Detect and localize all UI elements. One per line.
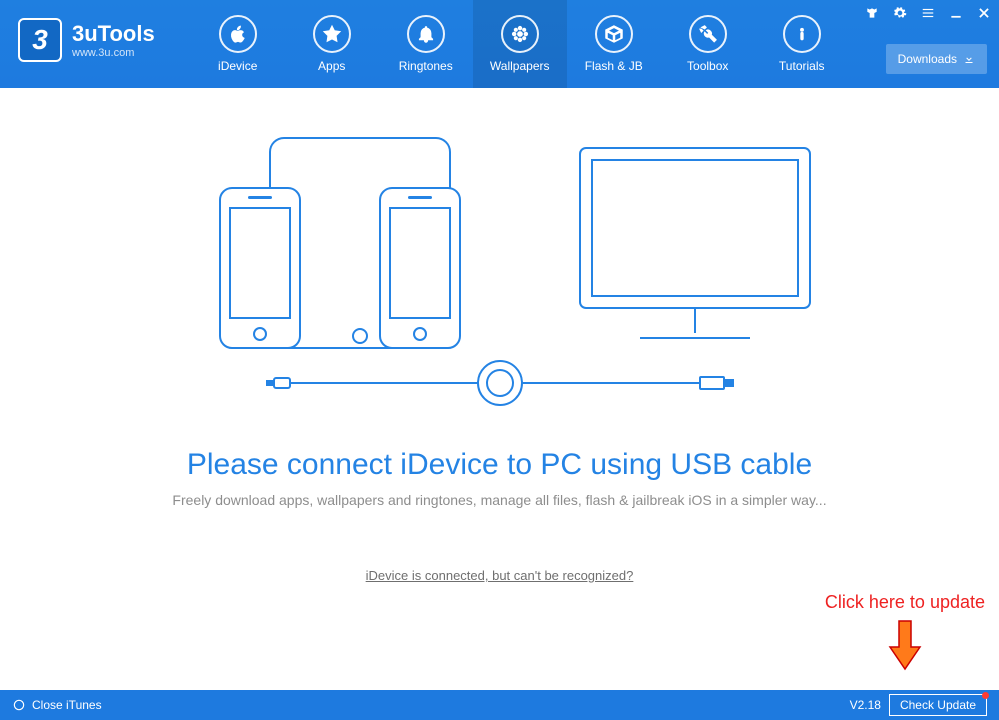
info-icon	[783, 15, 821, 53]
nav-flash-jb[interactable]: Flash & JB	[567, 0, 661, 88]
app-title: 3uTools	[72, 21, 155, 47]
bell-icon	[407, 15, 445, 53]
menu-icon[interactable]	[919, 4, 937, 22]
main-content: Please connect iDevice to PC using USB c…	[0, 88, 999, 690]
subline: Freely download apps, wallpapers and rin…	[0, 492, 999, 508]
tools-icon	[689, 15, 727, 53]
close-itunes-button[interactable]: Close iTunes	[12, 698, 102, 712]
update-badge-icon	[982, 692, 989, 699]
nav-label: Ringtones	[399, 59, 453, 73]
skin-icon[interactable]	[863, 4, 881, 22]
app-logo: 3	[18, 18, 62, 62]
downloads-label: Downloads	[898, 52, 957, 66]
version-label: V2.18	[850, 698, 881, 712]
appstore-icon	[313, 15, 351, 53]
nav-label: Toolbox	[687, 59, 728, 73]
callout: Click here to update	[825, 592, 985, 676]
nav-idevice[interactable]: iDevice	[191, 0, 285, 88]
nav-apps[interactable]: Apps	[285, 0, 379, 88]
app-logo-char: 3	[32, 24, 48, 56]
nav-label: iDevice	[218, 59, 257, 73]
callout-text: Click here to update	[825, 592, 985, 613]
brand-block: 3 3uTools www.3u.com	[0, 0, 173, 62]
top-nav: iDevice Apps Ringtones Wallpapers	[191, 0, 849, 88]
flower-icon	[501, 15, 539, 53]
nav-ringtones[interactable]: Ringtones	[379, 0, 473, 88]
window-controls	[863, 4, 993, 22]
downloads-button[interactable]: Downloads	[886, 44, 987, 74]
connect-illustration	[160, 128, 840, 418]
headline: Please connect iDevice to PC using USB c…	[0, 448, 999, 482]
help-link[interactable]: iDevice is connected, but can't be recog…	[0, 568, 999, 583]
download-icon	[963, 53, 975, 65]
app-url: www.3u.com	[72, 47, 155, 59]
nav-label: Flash & JB	[585, 59, 643, 73]
footer: Close iTunes V2.18 Check Update	[0, 690, 999, 720]
check-update-button[interactable]: Check Update	[889, 694, 987, 716]
nav-label: Apps	[318, 59, 345, 73]
close-itunes-label: Close iTunes	[32, 698, 102, 712]
nav-tutorials[interactable]: Tutorials	[755, 0, 849, 88]
box-icon	[595, 15, 633, 53]
gear-icon[interactable]	[891, 4, 909, 22]
nav-wallpapers[interactable]: Wallpapers	[473, 0, 567, 88]
header: 3 3uTools www.3u.com iDevice Apps	[0, 0, 999, 88]
arrow-down-icon	[888, 619, 922, 671]
nav-label: Wallpapers	[490, 59, 550, 73]
nav-toolbox[interactable]: Toolbox	[661, 0, 755, 88]
minimize-icon[interactable]	[947, 4, 965, 22]
check-update-label: Check Update	[900, 698, 976, 712]
close-icon[interactable]	[975, 4, 993, 22]
apple-icon	[219, 15, 257, 53]
nav-label: Tutorials	[779, 59, 825, 73]
circle-icon	[12, 698, 26, 712]
